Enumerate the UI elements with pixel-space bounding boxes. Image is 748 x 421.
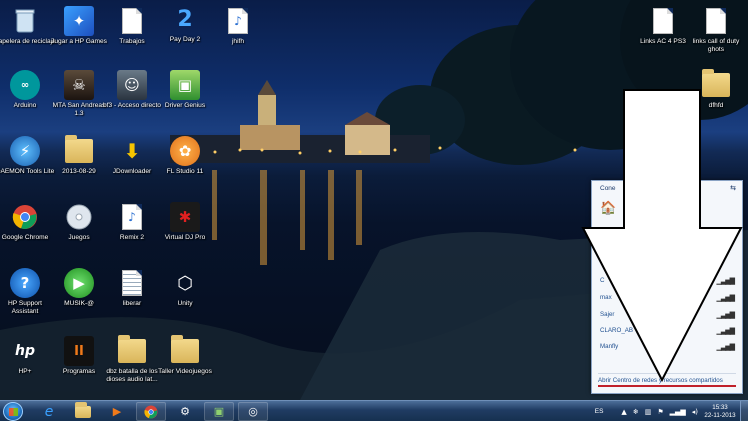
show-desktop-button[interactable] — [740, 401, 748, 421]
desktop-icon-jhifh[interactable]: ♪ jhifh — [207, 6, 269, 46]
desktop-icon-links-cod[interactable]: links call of duty ghots — [685, 6, 747, 54]
text-file-icon — [701, 6, 731, 36]
desktop-icon-unity[interactable]: ⬡ Unity — [154, 268, 216, 308]
help-icon: ? — [10, 268, 40, 298]
audio-file-icon: ♪ — [223, 6, 253, 36]
chrome-taskbar-icon[interactable] — [136, 402, 166, 421]
hp-games-icon: ✦ — [64, 6, 94, 36]
folder-icon — [117, 335, 147, 366]
payday2-icon: 2 — [177, 6, 193, 32]
arduino-icon: ∞ — [10, 70, 40, 100]
jdownloader-icon: ⬇ — [123, 139, 141, 163]
desktop-icon-fl-studio[interactable]: ✿ FL Studio 11 — [154, 136, 216, 176]
taskbar: e ▶ ⚙ ▣ ◎ ES ▲ ❄ ▥ ⚑ ▂▄▆ ◂) 15:33 22-11-… — [0, 400, 748, 421]
play-icon: ▶ — [64, 268, 94, 298]
desktop-icon-virtual-dj[interactable]: ✱ Virtual DJ Pro — [154, 202, 216, 242]
system-tray: ES ▲ ❄ ▥ ⚑ ▂▄▆ ◂) 15:33 22-11-2013 — [595, 401, 748, 421]
driver-genius-icon: ▣ — [170, 70, 200, 100]
steam-icon[interactable]: ⚙ — [170, 402, 200, 421]
start-button[interactable] — [3, 402, 23, 421]
audio-file-icon: ♪ — [117, 202, 147, 232]
clock[interactable]: 15:33 22-11-2013 — [704, 404, 736, 420]
clock-time: 15:33 — [712, 403, 728, 411]
language-indicator[interactable]: ES — [595, 408, 604, 415]
folder-icon — [170, 335, 200, 366]
chrome-icon — [10, 202, 40, 232]
hp-icon: hp — [15, 343, 35, 359]
recycle-bin-icon — [10, 6, 40, 36]
bf3-icon: ☺ — [117, 70, 147, 100]
folder-icon — [64, 135, 94, 166]
down-arrow-annotation — [581, 89, 743, 383]
file-explorer-icon[interactable] — [68, 401, 98, 421]
clock-date: 22-11-2013 — [704, 411, 736, 419]
fl-studio-icon: ✿ — [170, 136, 200, 166]
unity-icon: ⬡ — [177, 272, 193, 294]
flag-tray-icon[interactable]: ⚑ — [657, 408, 663, 416]
text-file-icon — [648, 6, 678, 36]
text-file-icon — [117, 268, 147, 298]
mta-icon: ☠ — [64, 70, 94, 100]
black-ops-icon: II — [64, 336, 94, 366]
network-tray-icon[interactable]: ❄ — [633, 408, 639, 416]
internet-explorer-icon[interactable]: e — [34, 402, 64, 421]
desktop-icon-driver-genius[interactable]: ▣ Driver Genius — [154, 70, 216, 110]
daemon-tools-icon: ⚡ — [10, 136, 40, 166]
antivirus-tray-icon[interactable]: ▥ — [645, 408, 652, 416]
wifi-tray-icon[interactable]: ▂▄▆ — [670, 408, 686, 416]
desktop-icon-taller[interactable]: Taller Videojuegos — [154, 335, 216, 376]
app-taskbar-icon[interactable]: ◎ — [238, 402, 268, 421]
virtual-dj-icon: ✱ — [170, 202, 200, 232]
media-player-icon[interactable]: ▶ — [102, 402, 132, 421]
disc-icon — [64, 202, 94, 232]
document-shortcut-icon — [117, 6, 147, 36]
driver-genius-taskbar-icon[interactable]: ▣ — [204, 402, 234, 421]
volume-tray-icon[interactable]: ◂) — [692, 408, 698, 416]
tray-overflow-icon[interactable]: ▲ — [621, 408, 626, 416]
